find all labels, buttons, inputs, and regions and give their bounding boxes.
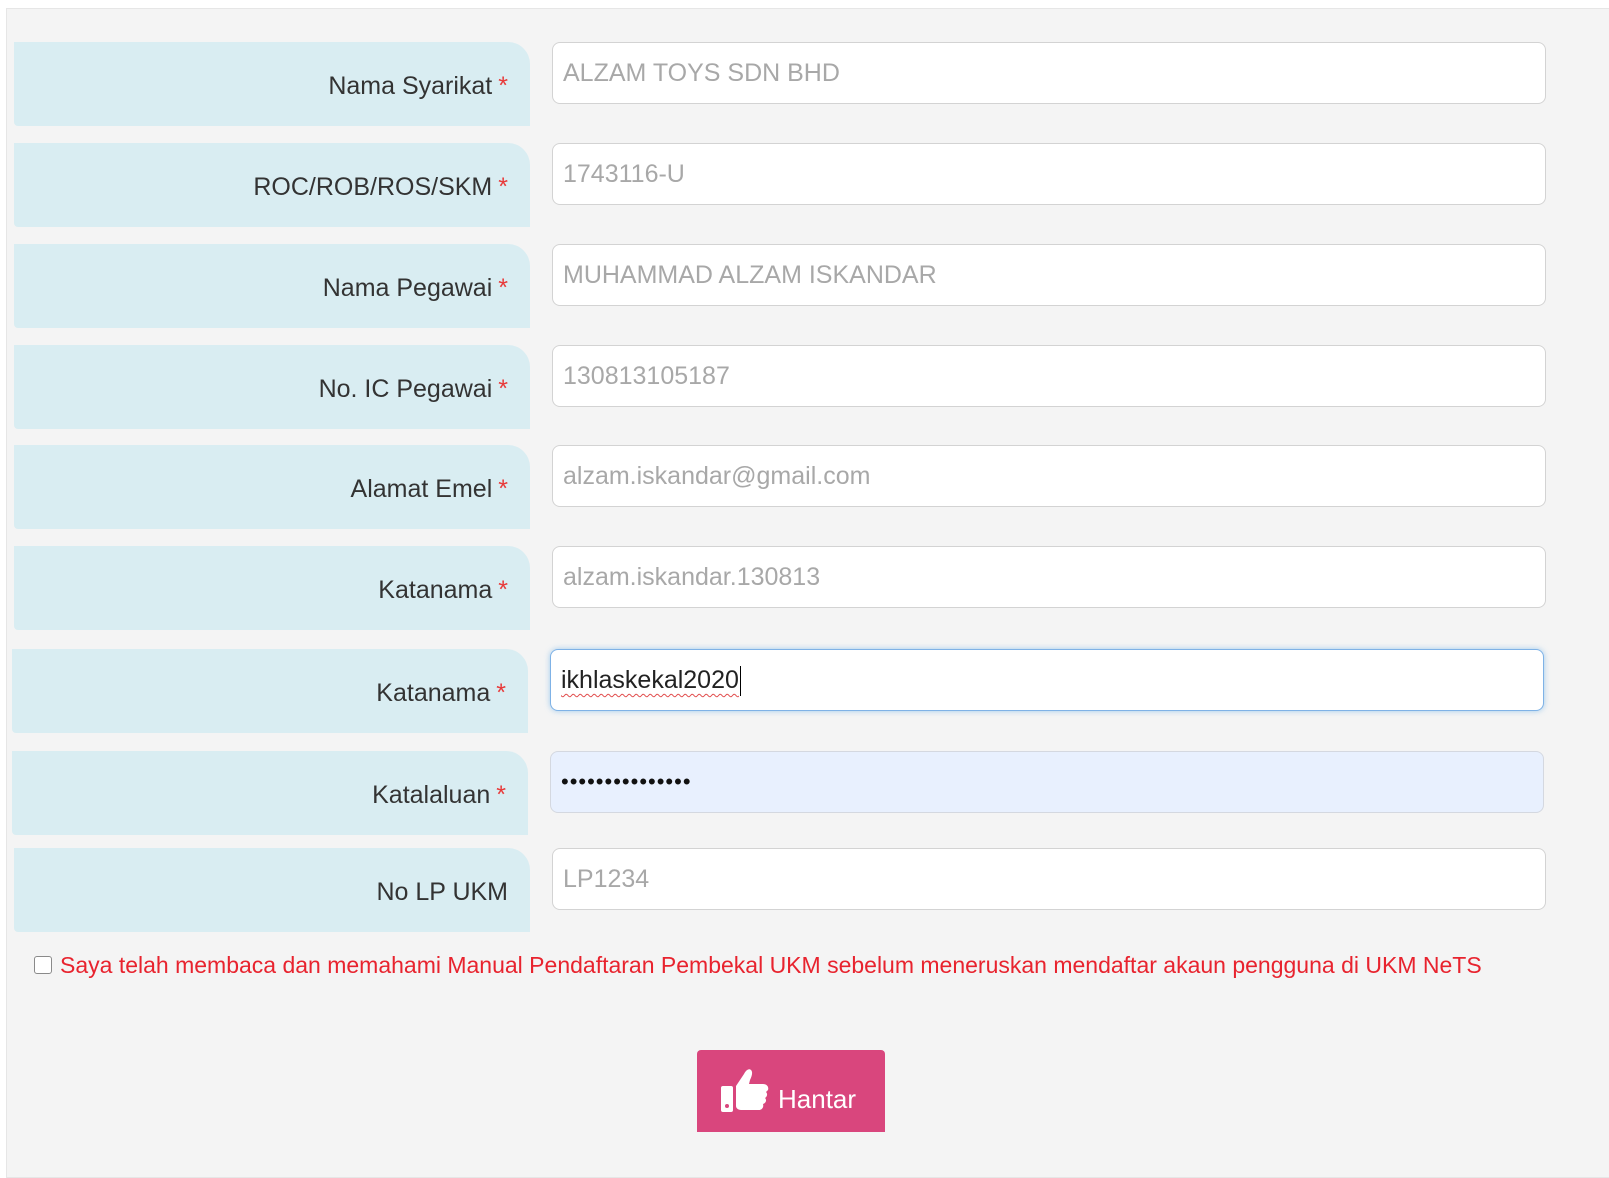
label-cell: Katanama * bbox=[12, 649, 528, 733]
submit-button[interactable]: Hantar bbox=[697, 1050, 885, 1132]
username-hint-input[interactable]: alzam.iskandar.130813 bbox=[552, 546, 1546, 608]
form-row-officer-ic: No. IC Pegawai * 130813105187 bbox=[0, 345, 1609, 429]
username-label: Katanama * bbox=[378, 576, 508, 604]
username-input[interactable]: ikhlaskekal2020 bbox=[550, 649, 1544, 711]
form-row-username-placeholder: Katanama * alzam.iskandar.130813 bbox=[0, 546, 1609, 630]
label-cell: Alamat Emel * bbox=[14, 445, 530, 529]
username-value: ikhlaskekal2020 bbox=[561, 666, 739, 694]
required-asterisk: * bbox=[498, 375, 508, 403]
company-name-label: Nama Syarikat * bbox=[328, 72, 508, 100]
password-input[interactable]: ••••••••••••••• bbox=[550, 751, 1544, 813]
required-asterisk: * bbox=[498, 173, 508, 201]
registration-number-label: ROC/ROB/ROS/SKM * bbox=[253, 173, 508, 201]
label-cell: Nama Pegawai * bbox=[14, 244, 530, 328]
text-caret bbox=[739, 666, 741, 697]
required-asterisk: * bbox=[498, 72, 508, 100]
registration-number-input[interactable]: 1743116-U bbox=[552, 143, 1546, 205]
form-row-officer-name: Nama Pegawai * MUHAMMAD ALZAM ISKANDAR bbox=[0, 244, 1609, 328]
agreement-row: Saya telah membaca dan memahami Manual P… bbox=[34, 947, 1564, 983]
officer-name-label: Nama Pegawai * bbox=[322, 274, 508, 302]
username-label: Katanama * bbox=[376, 679, 506, 707]
label-cell: Katanama * bbox=[14, 546, 530, 630]
password-label: Katalaluan * bbox=[372, 781, 506, 809]
email-label: Alamat Emel * bbox=[350, 475, 508, 503]
form-row-lp-ukm: No LP UKM LP1234 bbox=[0, 848, 1609, 932]
form-row-password: Katalaluan * ••••••••••••••• bbox=[0, 751, 1607, 835]
company-name-input[interactable]: ALZAM TOYS SDN BHD bbox=[552, 42, 1546, 104]
officer-ic-input[interactable]: 130813105187 bbox=[552, 345, 1546, 407]
required-asterisk: * bbox=[496, 679, 506, 707]
agreement-text: Saya telah membaca dan memahami Manual P… bbox=[60, 952, 1482, 978]
label-cell: No LP UKM bbox=[14, 848, 530, 932]
submit-label: Hantar bbox=[778, 1084, 857, 1114]
form-row-company-name: Nama Syarikat * ALZAM TOYS SDN BHD bbox=[0, 42, 1609, 126]
form-row-email: Alamat Emel * alzam.iskandar@gmail.com bbox=[0, 445, 1609, 529]
lp-ukm-label: No LP UKM bbox=[376, 878, 508, 906]
agreement-checkbox[interactable] bbox=[34, 956, 52, 974]
email-input[interactable]: alzam.iskandar@gmail.com bbox=[552, 445, 1546, 507]
officer-name-input[interactable]: MUHAMMAD ALZAM ISKANDAR bbox=[552, 244, 1546, 306]
officer-ic-label: No. IC Pegawai * bbox=[318, 375, 508, 403]
thumbs-up-icon bbox=[719, 1066, 771, 1121]
form-row-registration-number: ROC/ROB/ROS/SKM * 1743116-U bbox=[0, 143, 1609, 227]
required-asterisk: * bbox=[498, 274, 508, 302]
required-asterisk: * bbox=[498, 475, 508, 503]
form-row-username: Katanama * ikhlaskekal2020 bbox=[0, 649, 1607, 733]
required-asterisk: * bbox=[496, 781, 506, 809]
label-cell: No. IC Pegawai * bbox=[14, 345, 530, 429]
lp-ukm-input[interactable]: LP1234 bbox=[552, 848, 1546, 910]
label-cell: ROC/ROB/ROS/SKM * bbox=[14, 143, 530, 227]
required-asterisk: * bbox=[498, 576, 508, 604]
label-cell: Nama Syarikat * bbox=[14, 42, 530, 126]
label-cell: Katalaluan * bbox=[12, 751, 528, 835]
